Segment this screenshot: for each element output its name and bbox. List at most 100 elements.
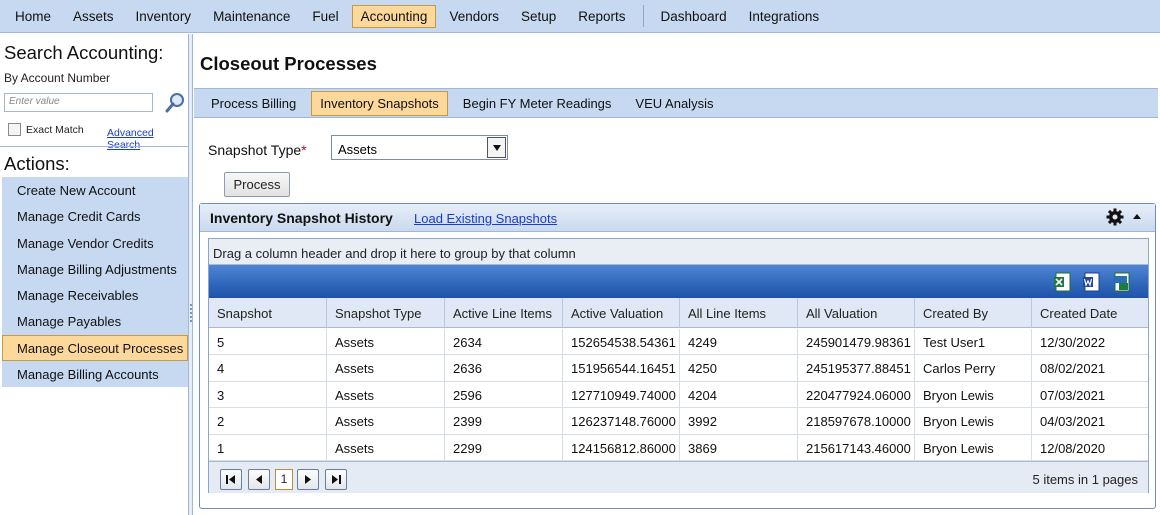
splitter-grip[interactable] (190, 304, 192, 322)
group-by-bar[interactable]: Drag a column header and drop it here to… (209, 239, 1148, 265)
table-cell: 245901479.98361 (798, 329, 915, 355)
csv-export-icon[interactable] (1113, 272, 1131, 292)
table-cell: 220477924.06000 (798, 381, 915, 408)
column-header-all-valuation[interactable]: All Valuation (798, 298, 915, 328)
table-cell: 2636 (445, 355, 563, 382)
table-row[interactable]: 1 Assets 2299 124156812.86000 3869 21561… (209, 434, 1148, 461)
table-cell: 4249 (680, 329, 798, 355)
column-header-snapshot-type[interactable]: Snapshot Type (327, 298, 445, 328)
table-row[interactable]: 5 Assets 2634 152654538.54361 4249 24590… (209, 329, 1148, 356)
snapshot-type-label-text: Snapshot Type (208, 142, 302, 158)
table-cell: 5 (209, 329, 327, 355)
nav-dashboard[interactable]: Dashboard (652, 5, 736, 28)
table-cell: 2596 (445, 381, 563, 408)
subtabs: Process Billing Inventory Snapshots Begi… (194, 88, 1158, 118)
table-cell: Bryon Lewis (915, 381, 1032, 408)
column-header-active-valuation[interactable]: Active Valuation (563, 298, 680, 328)
table-cell: 3 (209, 381, 327, 408)
top-nav: Home Assets Inventory Maintenance Fuel A… (0, 0, 1160, 33)
table-cell: Carlos Perry (915, 355, 1032, 382)
table-cell: 2399 (445, 408, 563, 435)
table-row[interactable]: 2 Assets 2399 126237148.76000 3992 21859… (209, 408, 1148, 435)
snapshot-grid: Drag a column header and drop it here to… (208, 238, 1149, 493)
last-page-button[interactable] (325, 469, 347, 490)
table-cell: 3869 (680, 434, 798, 461)
gear-icon[interactable] (1106, 208, 1124, 226)
table-cell: 2634 (445, 329, 563, 355)
column-header-active-line-items[interactable]: Active Line Items (445, 298, 563, 328)
table-cell: 126237148.76000 (563, 408, 680, 435)
action-manage-billing-accounts[interactable]: Manage Billing Accounts (2, 361, 188, 387)
table-cell: Assets (327, 408, 445, 435)
tab-begin-fy-meter-readings[interactable]: Begin FY Meter Readings (454, 91, 621, 116)
nav-fuel[interactable]: Fuel (303, 5, 347, 28)
action-manage-receivables[interactable]: Manage Receivables (2, 282, 188, 308)
table-cell: 2 (209, 408, 327, 435)
column-header-created-date[interactable]: Created Date (1032, 298, 1148, 328)
action-create-new-account[interactable]: Create New Account (2, 177, 188, 203)
table-cell: 12/08/2020 (1040, 440, 1106, 456)
actions-list: Create New Account Manage Credit Cards M… (2, 177, 188, 388)
table-cell: 1 (209, 434, 327, 461)
sidebar-splitter[interactable] (189, 34, 193, 515)
previous-page-button[interactable] (248, 469, 270, 490)
chevron-down-icon[interactable] (487, 137, 506, 158)
nav-setup[interactable]: Setup (512, 5, 565, 28)
column-header-all-line-items[interactable]: All Line Items (680, 298, 798, 328)
search-subtitle: By Account Number (4, 71, 111, 85)
process-button[interactable]: Process (224, 172, 290, 197)
next-page-icon (305, 475, 311, 484)
action-manage-credit-cards[interactable]: Manage Credit Cards (2, 203, 188, 229)
table-cell: 07/03/2021 (1040, 387, 1106, 403)
excel-export-icon[interactable] (1054, 272, 1072, 292)
table-cell: 152654538.54361 (563, 329, 680, 355)
advanced-search-link[interactable]: Advanced Search (107, 127, 188, 151)
current-page-number[interactable]: 1 (275, 469, 293, 490)
word-export-icon[interactable] (1083, 272, 1101, 292)
nav-separator (642, 5, 644, 27)
table-cell: 245195377.88451 (798, 355, 915, 382)
table-row[interactable]: 4 Assets 2636 151956544.16451 4250 24519… (209, 355, 1148, 382)
action-manage-vendor-credits[interactable]: Manage Vendor Credits (2, 230, 188, 256)
table-cell: 08/02/2021 (1040, 361, 1106, 377)
action-manage-closeout-processes[interactable]: Manage Closeout Processes (2, 334, 188, 362)
actions-title: Actions: (4, 153, 70, 174)
page-title: Closeout Processes (200, 53, 377, 74)
required-mark: * (301, 142, 307, 158)
nav-home[interactable]: Home (6, 5, 60, 28)
nav-integrations[interactable]: Integrations (740, 5, 829, 28)
nav-maintenance[interactable]: Maintenance (204, 5, 299, 28)
exact-match-label: Exact Match (26, 124, 84, 136)
exact-match-checkbox[interactable] (8, 123, 21, 136)
nav-vendors[interactable]: Vendors (440, 5, 508, 28)
snapshot-history-panel: Inventory Snapshot History Load Existing… (199, 203, 1156, 509)
search-title: Search Accounting: (4, 42, 164, 63)
tab-veu-analysis[interactable]: VEU Analysis (626, 91, 722, 116)
main-content: Closeout Processes Process Billing Inven… (194, 34, 1160, 515)
nav-reports[interactable]: Reports (569, 5, 634, 28)
table-cell: Bryon Lewis (915, 408, 1032, 435)
action-manage-payables[interactable]: Manage Payables (2, 308, 188, 334)
nav-assets[interactable]: Assets (64, 5, 123, 28)
table-cell: 124156812.86000 (563, 434, 680, 461)
next-page-button[interactable] (297, 469, 319, 490)
last-page-icon (332, 475, 341, 484)
table-row[interactable]: 3 Assets 2596 127710949.74000 4204 22047… (209, 381, 1148, 409)
search-input[interactable]: Enter value (4, 93, 153, 112)
first-page-button[interactable] (220, 469, 242, 490)
collapse-icon[interactable] (1129, 209, 1145, 225)
table-cell: Test User1 (915, 329, 1032, 355)
search-icon[interactable] (164, 92, 186, 114)
column-header-snapshot[interactable]: Snapshot (209, 298, 327, 328)
table-cell: Assets (327, 355, 445, 382)
nav-accounting[interactable]: Accounting (351, 4, 437, 28)
snapshot-type-select[interactable]: Assets (331, 135, 508, 160)
snapshot-type-label: Snapshot Type* (208, 142, 307, 158)
tab-process-billing[interactable]: Process Billing (202, 91, 305, 116)
load-existing-snapshots-link[interactable]: Load Existing Snapshots (414, 211, 557, 226)
tab-inventory-snapshots[interactable]: Inventory Snapshots (311, 90, 448, 116)
table-cell: 12/30/2022 (1040, 335, 1106, 350)
nav-inventory[interactable]: Inventory (127, 5, 201, 28)
column-header-created-by[interactable]: Created By (915, 298, 1032, 328)
action-manage-billing-adjustments[interactable]: Manage Billing Adjustments (2, 256, 188, 282)
